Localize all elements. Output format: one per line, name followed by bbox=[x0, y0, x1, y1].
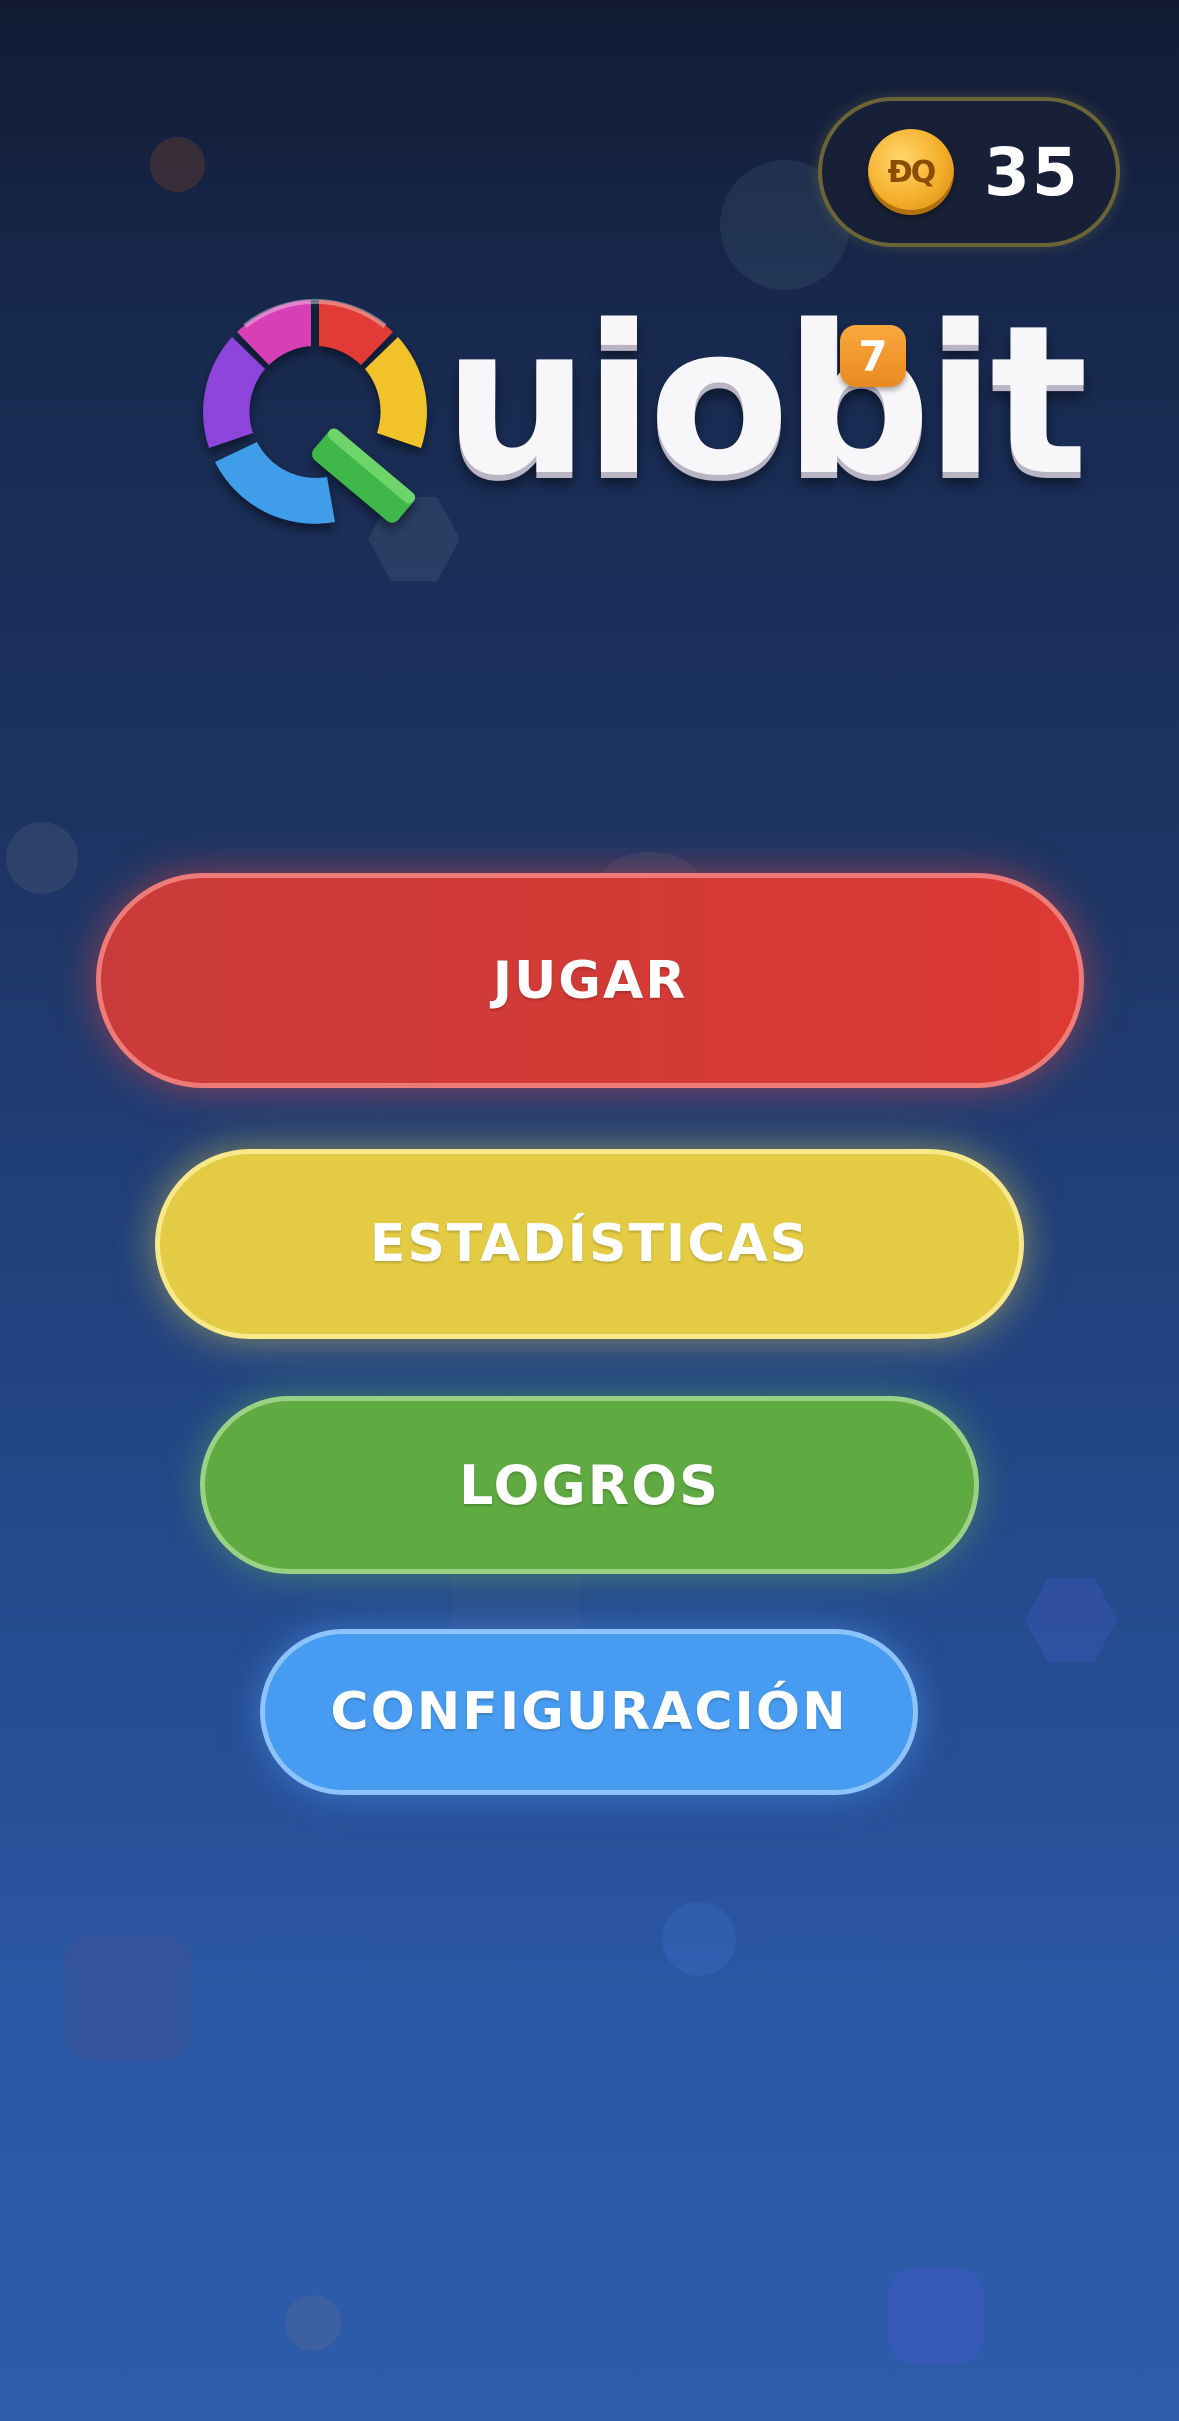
bg-bubble bbox=[285, 2295, 341, 2351]
coin-icon-label: ÐQ bbox=[887, 154, 937, 190]
bg-rounded-square bbox=[888, 2268, 984, 2364]
bg-bubble bbox=[150, 137, 205, 192]
coin-icon: ÐQ bbox=[868, 129, 954, 215]
bg-bubble bbox=[6, 822, 78, 894]
statistics-button[interactable]: ESTADÍSTICAS bbox=[155, 1149, 1024, 1339]
play-button-label: JUGAR bbox=[492, 950, 688, 1011]
coin-count: 35 bbox=[984, 133, 1080, 211]
settings-button[interactable]: CONFIGURACIÓN bbox=[260, 1629, 918, 1795]
play-button[interactable]: JUGAR bbox=[96, 873, 1084, 1088]
level-badge-number: 7 bbox=[858, 331, 888, 381]
bg-bubble bbox=[662, 1902, 736, 1976]
level-badge: 7 bbox=[840, 325, 906, 387]
achievements-button-label: LOGROS bbox=[458, 1453, 721, 1517]
bg-hexagon bbox=[1025, 1577, 1117, 1663]
bg-rounded-square bbox=[65, 1935, 191, 2061]
settings-button-label: CONFIGURACIÓN bbox=[330, 1682, 848, 1742]
app-logo: uiobit 7 bbox=[190, 295, 1088, 545]
q-ring-logo-icon bbox=[203, 298, 427, 524]
logo-wordmark: uiobit bbox=[443, 281, 1088, 521]
coin-counter[interactable]: ÐQ 35 bbox=[818, 97, 1120, 247]
achievements-button[interactable]: LOGROS bbox=[200, 1396, 979, 1574]
statistics-button-label: ESTADÍSTICAS bbox=[369, 1214, 810, 1274]
